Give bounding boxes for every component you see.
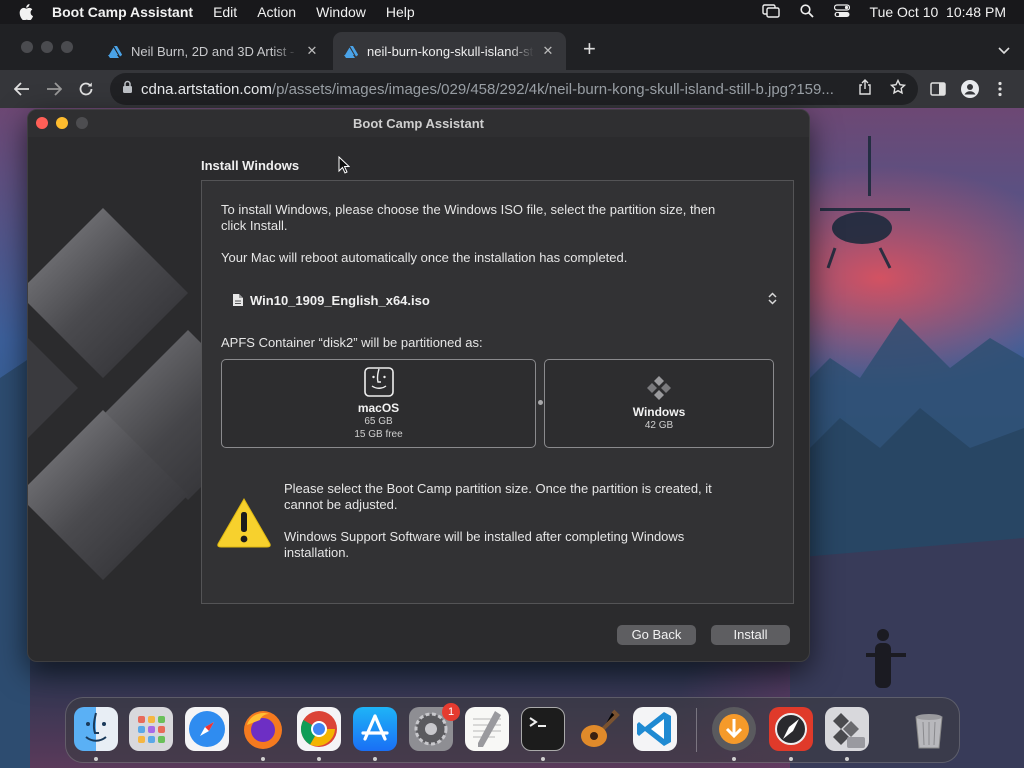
intro-line-1: To install Windows, please choose the Wi… xyxy=(221,202,716,217)
lock-icon[interactable] xyxy=(122,80,133,98)
spotlight-search-icon[interactable] xyxy=(799,3,814,21)
windows-partition-size: 42 GB xyxy=(644,420,674,431)
iso-file-name: Win10_1909_English_x64.iso xyxy=(250,292,430,308)
go-back-button[interactable]: Go Back xyxy=(617,625,696,645)
bookmark-star-icon[interactable] xyxy=(889,78,907,99)
tab-title: neil-burn-kong-skull-island-still xyxy=(367,43,534,59)
install-options-panel: To install Windows, please choose the Wi… xyxy=(201,180,794,604)
popup-chevron-icon[interactable] xyxy=(768,292,777,308)
running-indicator xyxy=(732,757,736,761)
menu-bar: Boot Camp Assistant Edit Action Window H… xyxy=(0,0,1024,24)
macos-partition-free: 15 GB free xyxy=(354,428,403,440)
warning-line-2: cannot be adjusted. xyxy=(284,497,398,512)
garageband-icon[interactable] xyxy=(577,707,621,751)
macos-partition-name: macOS xyxy=(357,400,400,415)
menu-help[interactable]: Help xyxy=(386,4,415,20)
running-indicator xyxy=(845,757,849,761)
screen-mirroring-icon[interactable] xyxy=(761,3,780,21)
install-button[interactable]: Install xyxy=(711,625,790,645)
browser-tab-strip: Neil Burn, 2D and 3D Artist - K ✕ neil-b… xyxy=(0,24,1024,70)
artstation-icon xyxy=(108,46,122,58)
boot-camp-logo-icon xyxy=(28,208,228,580)
menu-app-name[interactable]: Boot Camp Assistant xyxy=(52,4,193,20)
app-store-icon[interactable] xyxy=(353,707,397,751)
back-arrow-icon[interactable] xyxy=(6,73,38,105)
url-text: cdna.artstation.com/p/assets/images/imag… xyxy=(141,81,848,98)
more-menu-icon[interactable] xyxy=(998,81,1002,102)
support-software-text: Windows Support Software will be install… xyxy=(284,529,684,561)
browser-minimize-button[interactable] xyxy=(41,41,53,53)
browser-tab-artist[interactable]: Neil Burn, 2D and 3D Artist - K ✕ xyxy=(97,32,330,70)
share-icon[interactable] xyxy=(858,79,872,99)
firefox-icon[interactable] xyxy=(241,707,285,751)
boot-camp-icon[interactable] xyxy=(825,707,869,751)
trash-icon[interactable] xyxy=(907,707,951,751)
menu-clock[interactable]: Tue Oct 10 10:48 PM xyxy=(870,4,1006,20)
close-tab-icon[interactable]: ✕ xyxy=(540,43,556,59)
intro-line-2: click Install. xyxy=(221,218,288,233)
apple-menu-icon[interactable] xyxy=(0,4,52,20)
boot-camp-small-icon xyxy=(647,376,671,400)
running-indicator xyxy=(94,757,98,761)
document-icon xyxy=(233,294,243,306)
reload-icon[interactable] xyxy=(70,73,102,105)
running-indicator xyxy=(261,757,265,761)
browser-tab-image[interactable]: neil-burn-kong-skull-island-still ✕ xyxy=(333,32,566,70)
tab-title: Neil Burn, 2D and 3D Artist - K xyxy=(131,43,298,59)
compass-icon[interactable] xyxy=(769,707,813,751)
warning-text: Please select the Boot Camp partition si… xyxy=(284,481,712,513)
new-tab-plus-icon[interactable]: + xyxy=(583,38,596,60)
menu-edit[interactable]: Edit xyxy=(213,4,237,20)
window-titlebar: Boot Camp Assistant xyxy=(28,110,809,137)
support-line-2: installation. xyxy=(284,545,350,560)
menu-action[interactable]: Action xyxy=(257,4,296,20)
section-title: Install Windows xyxy=(201,158,300,173)
chevron-down-icon[interactable] xyxy=(998,42,1010,60)
running-indicator xyxy=(373,757,377,761)
partition-resize-handle[interactable] xyxy=(538,400,543,405)
iso-file-selector[interactable]: Win10_1909_English_x64.iso xyxy=(232,291,777,309)
dock: 1 xyxy=(65,697,960,763)
launchpad-icon[interactable] xyxy=(129,707,173,751)
dock-separator xyxy=(696,708,697,752)
macos-partition[interactable]: macOS 65 GB 15 GB free xyxy=(221,359,536,448)
safari-icon[interactable] xyxy=(185,707,229,751)
forward-arrow-icon[interactable] xyxy=(38,73,70,105)
url-path: /p/assets/images/images/029/458/292/4k/n… xyxy=(271,80,834,98)
notification-badge: 1 xyxy=(442,703,460,721)
reboot-text: Your Mac will reboot automatically once … xyxy=(221,250,628,265)
downloads-icon[interactable] xyxy=(712,707,756,751)
support-line-1: Windows Support Software will be install… xyxy=(284,529,685,544)
macos-finder-icon xyxy=(363,366,394,397)
side-panel-icon[interactable] xyxy=(930,81,946,102)
close-tab-icon[interactable]: ✕ xyxy=(304,43,320,59)
artstation-icon xyxy=(344,46,358,58)
control-center-icon[interactable] xyxy=(833,3,850,21)
boot-camp-window: Boot Camp Assistant Install Windows To i… xyxy=(27,109,810,662)
finder-icon[interactable] xyxy=(74,707,118,751)
browser-toolbar: cdna.artstation.com/p/assets/images/imag… xyxy=(0,70,1024,108)
macos-partition-size: 65 GB xyxy=(364,415,393,427)
intro-text: To install Windows, please choose the Wi… xyxy=(221,202,715,234)
windows-partition-name: Windows xyxy=(632,405,686,419)
windows-partition[interactable]: Windows 42 GB xyxy=(544,359,774,448)
partition-heading: APFS Container “disk2” will be partition… xyxy=(221,335,483,350)
menu-window[interactable]: Window xyxy=(316,4,366,20)
vscode-icon[interactable] xyxy=(633,707,677,751)
profile-avatar-icon[interactable] xyxy=(961,80,979,103)
url-host: cdna.artstation.com xyxy=(141,80,272,98)
window-title: Boot Camp Assistant xyxy=(353,116,484,131)
address-bar[interactable]: cdna.artstation.com/p/assets/images/imag… xyxy=(110,73,918,105)
running-indicator xyxy=(789,757,793,761)
warning-icon xyxy=(217,498,271,548)
warning-line-1: Please select the Boot Camp partition si… xyxy=(284,481,712,496)
browser-close-button[interactable] xyxy=(21,41,33,53)
textedit-icon[interactable] xyxy=(465,707,509,751)
chrome-icon[interactable] xyxy=(297,707,341,751)
browser-zoom-button[interactable] xyxy=(61,41,73,53)
running-indicator xyxy=(541,757,545,761)
mouse-cursor-icon xyxy=(338,156,350,174)
terminal-icon[interactable] xyxy=(521,707,565,751)
running-indicator xyxy=(317,757,321,761)
